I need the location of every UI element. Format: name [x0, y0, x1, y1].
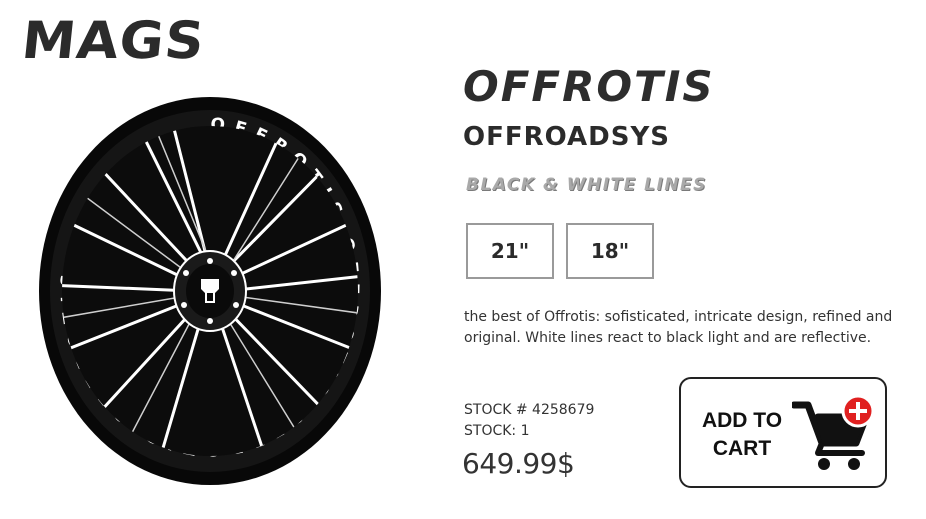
product-price: 649.99$: [462, 447, 575, 480]
size-options: 21" 18": [466, 223, 654, 279]
size-option-21[interactable]: 21": [466, 223, 554, 279]
product-brand: OFFROADSYS: [463, 122, 671, 152]
stock-info: STOCK # 4258679 STOCK: 1: [464, 400, 594, 442]
add-to-cart-button[interactable]: ADD TO CART: [679, 377, 887, 488]
stock-number: STOCK # 4258679: [464, 402, 595, 418]
product-finish: BLACK & WHITE LINES: [466, 175, 707, 195]
site-logo[interactable]: MAGS: [19, 11, 208, 71]
cart-plus-icon: [792, 395, 875, 470]
product-description: the best of Offrotis: sofisticated, intr…: [464, 309, 893, 346]
add-to-cart-label: ADD TO CART: [701, 409, 783, 460]
product-image-wheel: OFFROTIS OFFROTIS OFFROTIS OFFROTIS: [39, 97, 381, 485]
size-option-18[interactable]: 18": [566, 223, 654, 279]
product-title: OFFROTIS: [463, 62, 715, 111]
stock-count: STOCK: 1: [464, 423, 530, 439]
